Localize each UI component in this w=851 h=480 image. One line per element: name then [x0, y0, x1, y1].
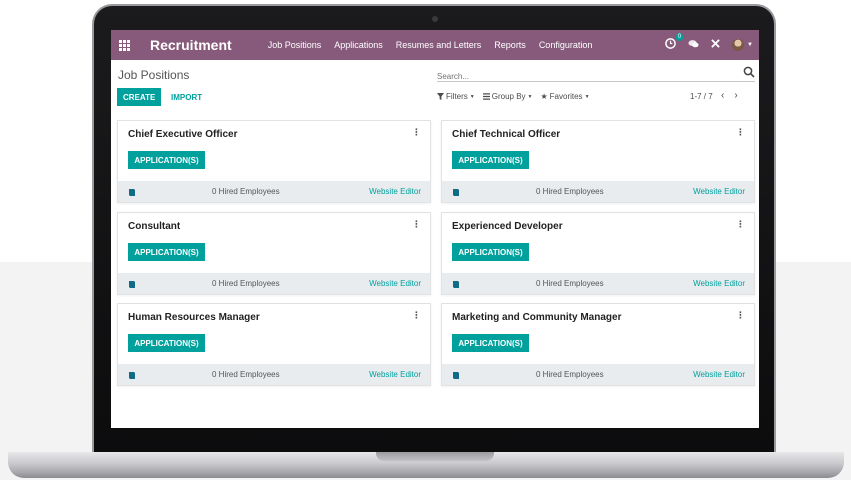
card-footer: 0 Hired Employees Website Editor	[442, 181, 754, 202]
hired-employees: 0 Hired Employees	[212, 370, 280, 379]
job-card[interactable]: Human Resources Manager ⋮ APPLICATION(S)…	[117, 303, 431, 386]
applications-button[interactable]: APPLICATION(S)	[452, 151, 529, 169]
hired-employees: 0 Hired Employees	[536, 279, 604, 288]
filter-icon	[437, 93, 444, 100]
app-screen: Recruitment Job Positions Applications R…	[111, 30, 759, 428]
clock-icon[interactable]: 0	[665, 33, 684, 52]
book-icon	[453, 371, 459, 379]
website-editor-link[interactable]: Website Editor	[369, 187, 421, 196]
filters-dropdown[interactable]: Filters ▼	[437, 92, 475, 101]
website-editor-link[interactable]: Website Editor	[369, 279, 421, 288]
card-footer: 0 Hired Employees Website Editor	[442, 273, 754, 294]
app-title[interactable]: Recruitment	[150, 37, 232, 53]
job-title[interactable]: Chief Executive Officer	[128, 129, 237, 140]
book-icon	[129, 280, 135, 288]
filters-label: Filters	[446, 92, 468, 101]
groupby-label: Group By	[491, 92, 526, 101]
applications-button[interactable]: APPLICATION(S)	[128, 243, 205, 261]
applications-button[interactable]: APPLICATION(S)	[452, 334, 529, 352]
caret-down-icon: ▼	[527, 93, 533, 100]
job-card[interactable]: Experienced Developer ⋮ APPLICATION(S) 0…	[441, 212, 755, 295]
card-footer: 0 Hired Employees Website Editor	[442, 364, 754, 385]
menu-item-job-positions[interactable]: Job Positions	[268, 40, 322, 50]
job-title[interactable]: Human Resources Manager	[128, 312, 260, 323]
job-card[interactable]: Marketing and Community Manager ⋮ APPLIC…	[441, 303, 755, 386]
apps-grid-icon[interactable]	[119, 39, 130, 51]
caret-down-icon: ▼	[584, 93, 590, 100]
search-icon[interactable]	[743, 66, 755, 78]
chevron-right-icon[interactable]: ›	[734, 90, 737, 101]
kebab-menu-icon[interactable]: ⋮	[412, 219, 421, 230]
card-footer: 0 Hired Employees Website Editor	[118, 181, 430, 202]
job-card[interactable]: Consultant ⋮ APPLICATION(S) 0 Hired Empl…	[117, 212, 431, 295]
chevron-down-icon[interactable]: ▼	[747, 42, 753, 48]
book-icon	[453, 188, 459, 196]
import-button[interactable]: IMPORT	[169, 88, 204, 106]
search-bar	[437, 66, 755, 84]
pager-value[interactable]: 1-7 / 7	[690, 92, 713, 101]
applications-button[interactable]: APPLICATION(S)	[128, 334, 205, 352]
chat-icon[interactable]	[688, 39, 699, 52]
website-editor-link[interactable]: Website Editor	[693, 279, 745, 288]
camera-icon	[432, 16, 438, 22]
create-button[interactable]: CREATE	[117, 88, 162, 106]
hired-employees: 0 Hired Employees	[536, 370, 604, 379]
search-input[interactable]	[437, 69, 737, 84]
hired-employees: 0 Hired Employees	[212, 187, 280, 196]
website-editor-link[interactable]: Website Editor	[693, 370, 745, 379]
website-editor-link[interactable]: Website Editor	[369, 370, 421, 379]
search-options: Filters ▼ Group By ▼ ★ Favorites ▼	[437, 92, 590, 101]
laptop-notch	[376, 452, 494, 461]
kebab-menu-icon[interactable]: ⋮	[736, 219, 745, 230]
menu-item-resumes[interactable]: Resumes and Letters	[396, 40, 482, 50]
list-icon	[482, 93, 490, 100]
star-icon: ★	[540, 92, 548, 101]
pager-arrows: ‹ ›	[721, 90, 738, 101]
favorites-label: Favorites	[549, 92, 583, 101]
kebab-menu-icon[interactable]: ⋮	[736, 127, 745, 138]
hired-employees: 0 Hired Employees	[212, 279, 280, 288]
job-title[interactable]: Experienced Developer	[452, 221, 563, 232]
caret-down-icon: ▼	[469, 93, 475, 100]
hired-employees: 0 Hired Employees	[536, 187, 604, 196]
job-title[interactable]: Consultant	[128, 221, 180, 232]
top-navbar: Recruitment Job Positions Applications R…	[111, 30, 759, 60]
main-menu: Job Positions Applications Resumes and L…	[268, 40, 606, 50]
close-icon[interactable]	[711, 39, 720, 51]
kebab-menu-icon[interactable]: ⋮	[412, 127, 421, 138]
job-card[interactable]: Chief Technical Officer ⋮ APPLICATION(S)…	[441, 120, 755, 203]
chevron-left-icon[interactable]: ‹	[721, 90, 724, 101]
menu-item-applications[interactable]: Applications	[334, 40, 383, 50]
menu-item-reports[interactable]: Reports	[494, 40, 526, 50]
kebab-menu-icon[interactable]: ⋮	[736, 310, 745, 321]
card-footer: 0 Hired Employees Website Editor	[118, 364, 430, 385]
kebab-menu-icon[interactable]: ⋮	[412, 310, 421, 321]
website-editor-link[interactable]: Website Editor	[693, 187, 745, 196]
job-title[interactable]: Marketing and Community Manager	[452, 312, 621, 323]
favorites-dropdown[interactable]: ★ Favorites ▼	[540, 92, 589, 101]
activity-badge: 0	[675, 33, 684, 41]
job-title[interactable]: Chief Technical Officer	[452, 129, 560, 140]
card-footer: 0 Hired Employees Website Editor	[118, 273, 430, 294]
applications-button[interactable]: APPLICATION(S)	[452, 243, 529, 261]
menu-item-configuration[interactable]: Configuration	[539, 40, 593, 50]
user-avatar[interactable]	[732, 39, 745, 51]
page-title: Job Positions	[118, 68, 190, 82]
book-icon	[129, 371, 135, 379]
job-card[interactable]: Chief Executive Officer ⋮ APPLICATION(S)…	[117, 120, 431, 203]
navbar-systray: 0 ▼	[665, 30, 753, 60]
groupby-dropdown[interactable]: Group By ▼	[482, 92, 533, 101]
book-icon	[453, 280, 459, 288]
applications-button[interactable]: APPLICATION(S)	[128, 151, 205, 169]
book-icon	[129, 188, 135, 196]
